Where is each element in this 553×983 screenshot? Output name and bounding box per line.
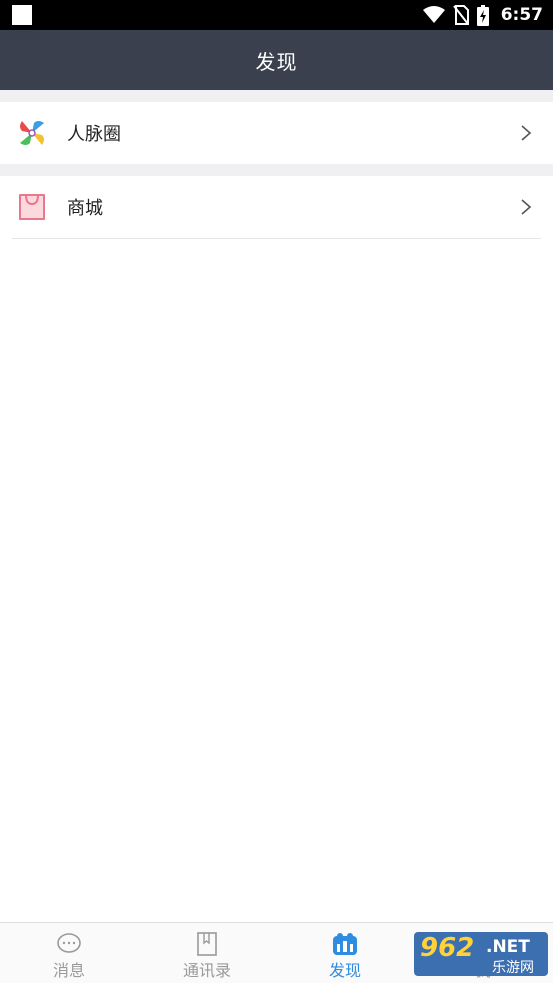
tab-label: 发现 (328, 961, 361, 980)
page-title: 发现 (255, 49, 298, 74)
no-sim-icon (452, 5, 469, 25)
header-bar: 发现 (0, 30, 553, 90)
tab-discover[interactable]: 发现 (276, 923, 414, 983)
chevron-right-icon (521, 199, 532, 215)
list-item-contacts-circle[interactable]: 人脉圈 (0, 102, 553, 164)
watermark-number: 962 (420, 933, 475, 963)
tab-messages[interactable]: 消息 (0, 923, 138, 983)
address-book-icon (197, 932, 217, 956)
section-gap (0, 164, 553, 176)
watermark-subtitle: 乐游网 (492, 960, 534, 976)
list-item-label: 人脉圈 (67, 124, 121, 145)
discover-icon (333, 933, 357, 955)
tab-label: 通讯录 (182, 961, 231, 980)
pinwheel-icon (20, 121, 44, 145)
tab-contacts[interactable]: 通讯录 (138, 923, 276, 983)
shopping-bag-icon (19, 194, 45, 220)
divider (12, 238, 541, 239)
chat-bubble-icon (57, 933, 81, 953)
status-time: 6:57 (500, 5, 543, 25)
watermark-net: .NET (486, 937, 530, 957)
status-icons: 6:57 (422, 0, 543, 30)
notification-icon (12, 5, 32, 25)
battery-icon (476, 4, 489, 26)
watermark-logo: 962 .NET 乐游网 (414, 932, 548, 976)
wifi-icon (422, 6, 445, 23)
list-item-mall[interactable]: 商城 (0, 176, 553, 238)
discover-list: 人脉圈 商城 (0, 90, 553, 922)
list-item-label: 商城 (67, 198, 103, 219)
section-gap (0, 90, 553, 102)
chevron-right-icon (521, 125, 532, 141)
tab-label: 消息 (52, 961, 85, 980)
status-bar: 6:57 (0, 0, 553, 30)
